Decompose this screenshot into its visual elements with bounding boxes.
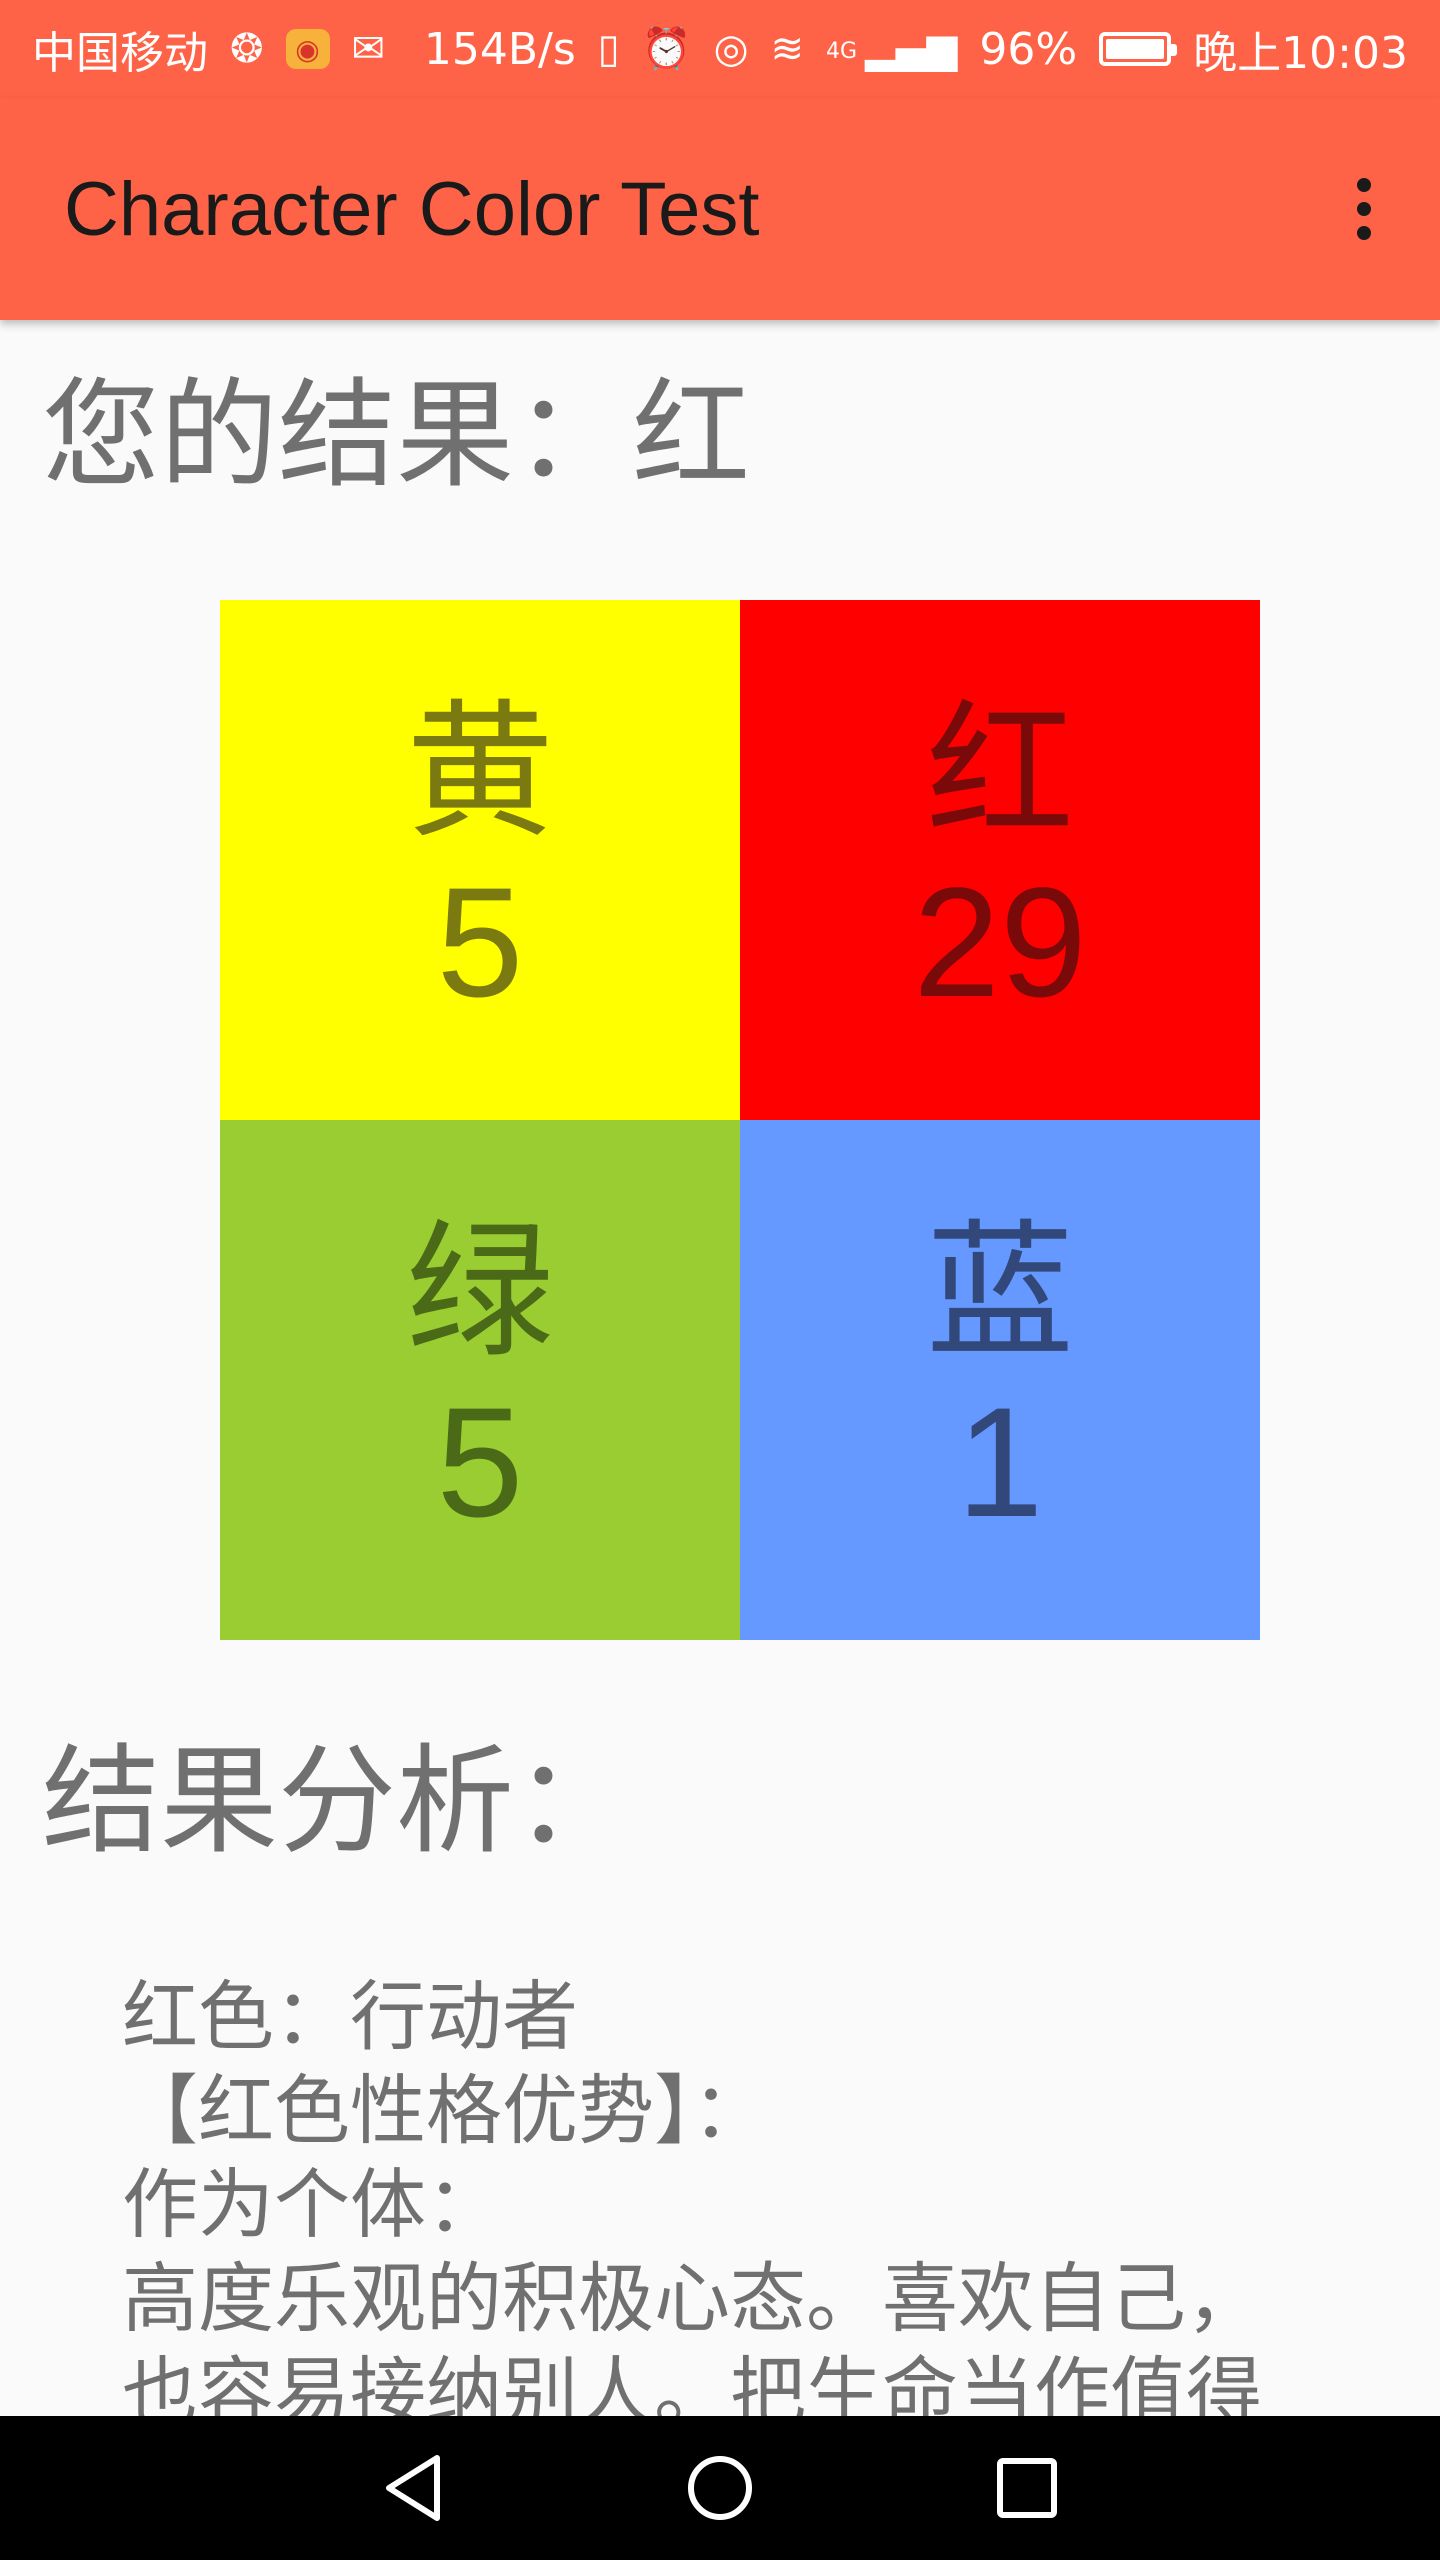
status-left: 中国移动 ❂ ◉ ✉ — [32, 17, 385, 81]
vibrate-icon: ▯ — [597, 26, 620, 72]
analysis-line: 作为个体： — [122, 2160, 502, 2249]
signal-icon: ▂▄▆ — [865, 26, 958, 72]
battery-icon — [1099, 32, 1178, 66]
color-cell-yellow: 黄 5 — [220, 600, 740, 1120]
back-icon[interactable] — [373, 2448, 453, 2528]
status-right: 154B/s ▯ ⏰ ◎ ≋ 4G ▂▄▆ 96% 晚上10:03 — [424, 17, 1408, 81]
alarm-icon: ⏰ — [641, 26, 692, 72]
color-count-blue: 1 — [956, 1375, 1044, 1550]
carrier-label: 中国移动 — [32, 28, 208, 79]
analysis-heading: 结果分析： — [42, 1732, 633, 1870]
color-score-grid: 黄 5 红 29 绿 5 蓝 1 — [220, 600, 1260, 1640]
status-bar: 中国移动 ❂ ◉ ✉ 154B/s ▯ ⏰ ◎ ≋ 4G ▂▄▆ 96% 晚上1… — [0, 0, 1440, 98]
color-name-blue: 蓝 — [926, 1205, 1074, 1378]
app-notification-icon: ◉ — [285, 29, 330, 69]
color-cell-green: 绿 5 — [220, 1120, 740, 1640]
net-speed-label: 154B/s — [423, 23, 576, 75]
app-bar: Character Color Test — [0, 98, 1440, 320]
result-heading: 您的结果：红 — [42, 366, 751, 504]
battery-percent-label: 96% — [979, 23, 1078, 75]
color-name-yellow: 黄 — [406, 685, 554, 858]
eye-icon: ◎ — [713, 26, 749, 72]
color-name-green: 绿 — [406, 1205, 554, 1378]
app-title: Character Color Test — [64, 166, 760, 252]
analysis-line: 高度乐观的积极心态。喜欢自己， — [122, 2254, 1262, 2343]
color-cell-red: 红 29 — [740, 600, 1260, 1120]
recents-icon[interactable] — [987, 2448, 1067, 2528]
navigation-bar — [0, 2416, 1440, 2560]
analysis-line: 红色：行动者 — [122, 1972, 578, 2061]
color-count-yellow: 5 — [436, 855, 524, 1030]
overflow-menu-icon[interactable] — [1344, 169, 1384, 249]
color-count-red: 29 — [913, 855, 1087, 1030]
color-count-green: 5 — [436, 1375, 524, 1550]
network-type-label: 4G — [826, 39, 858, 64]
color-name-red: 红 — [926, 685, 1074, 858]
clock-label: 晚上10:03 — [1193, 28, 1408, 79]
color-cell-blue: 蓝 1 — [740, 1120, 1260, 1640]
wechat-notification-icon: ✉ — [351, 26, 386, 72]
weibo-notification-icon: ❂ — [230, 26, 264, 72]
analysis-body: 红色：行动者 【红色性格优势】： 作为个体： 高度乐观的积极心态。喜欢自己， 也… — [122, 1970, 1352, 2440]
home-icon[interactable] — [680, 2448, 760, 2528]
analysis-line: 【红色性格优势】： — [122, 2066, 768, 2155]
wifi-icon: ≋ — [770, 26, 805, 72]
